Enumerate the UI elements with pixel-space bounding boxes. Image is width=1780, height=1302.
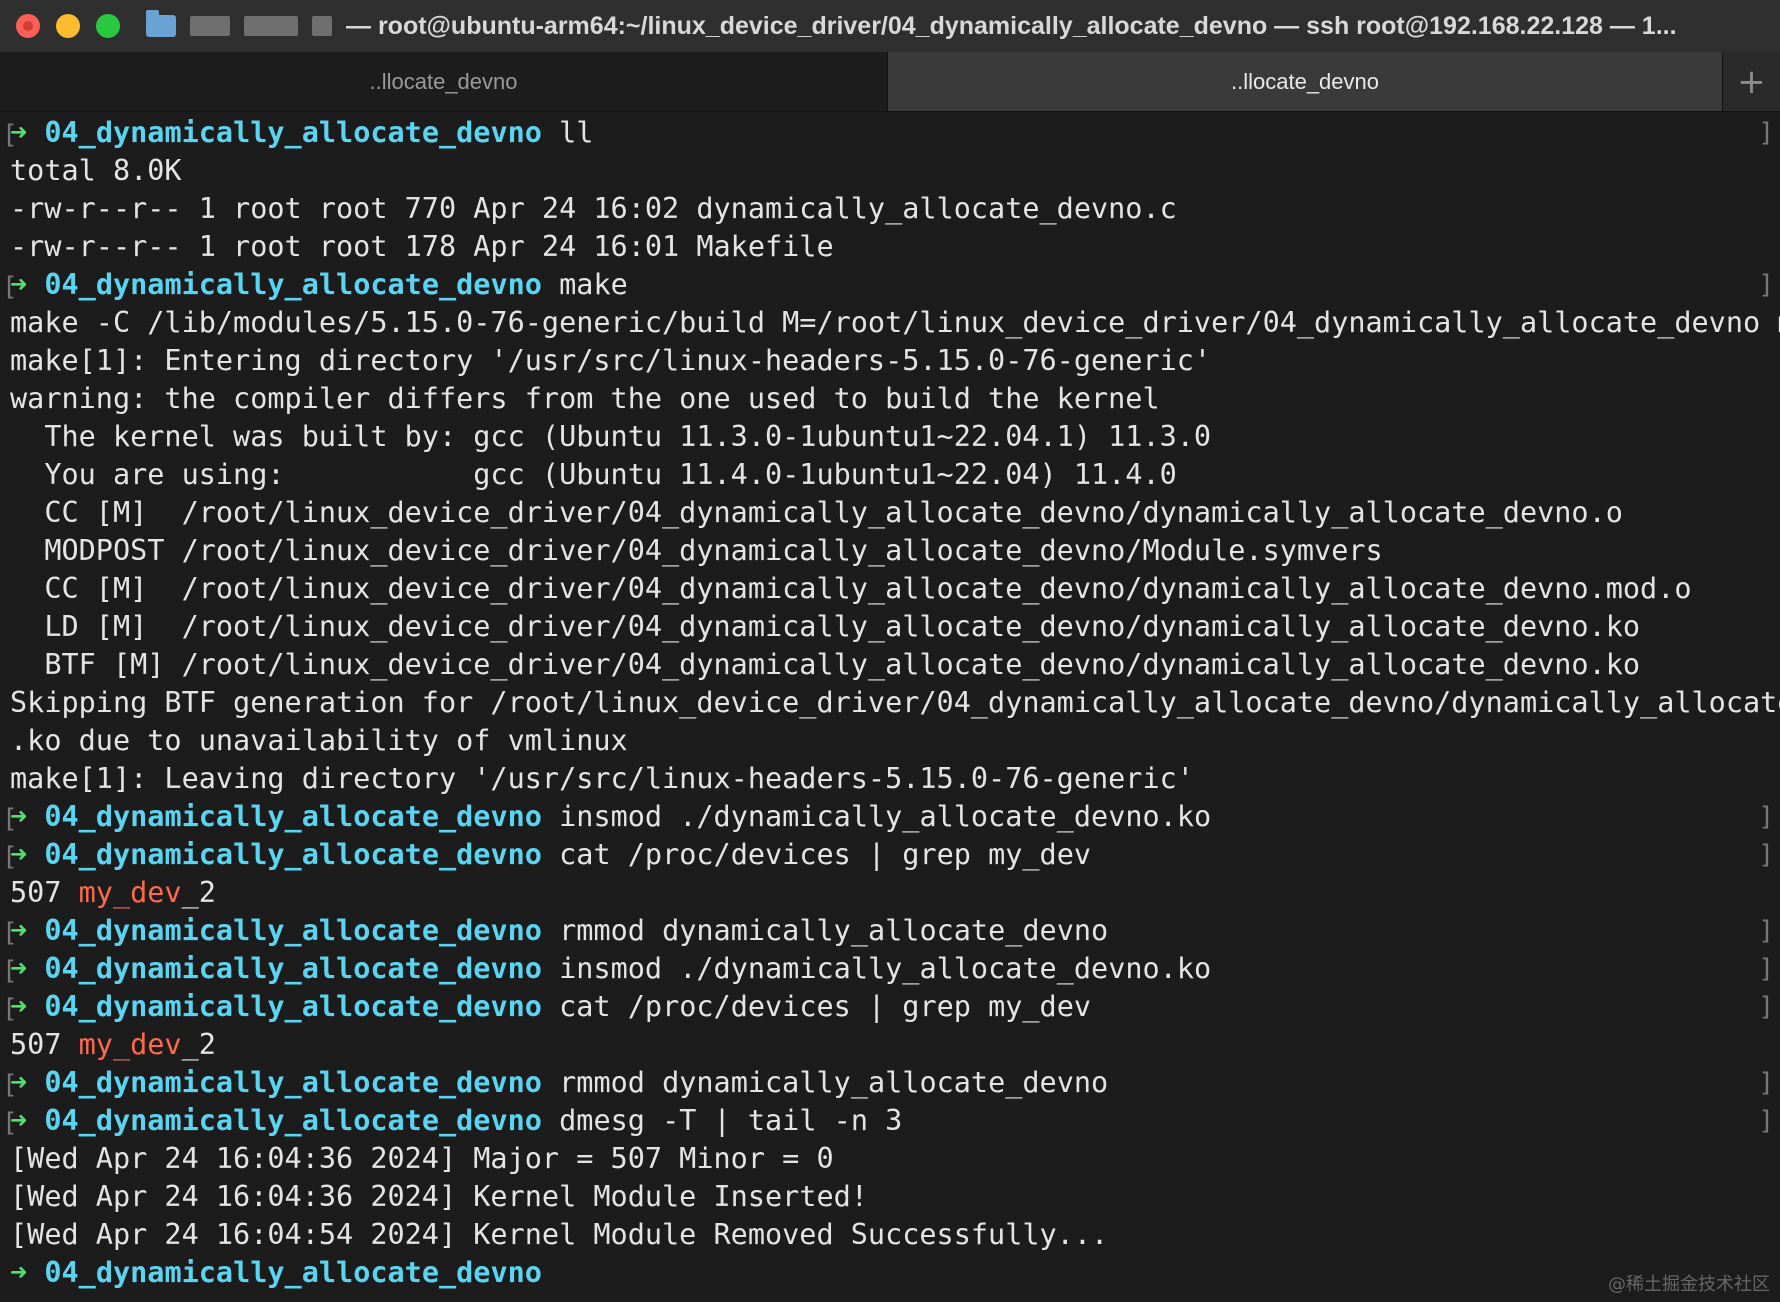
command-text: cat /proc/devices | grep my_dev [559, 990, 1092, 1023]
grep-suffix: _2 [181, 1028, 216, 1061]
grep-major-number: 507 [10, 876, 79, 909]
mark-bracket-right: ] [1758, 840, 1774, 870]
grep-suffix: _2 [181, 876, 216, 909]
output-line: MODPOST /root/linux_device_driver/04_dyn… [10, 534, 1383, 567]
grep-result-line: 507 my_dev_2 [10, 1026, 1774, 1064]
output-line: CC [M] /root/linux_device_driver/04_dyna… [10, 572, 1692, 605]
mark-bracket-left: [ [2, 918, 18, 948]
output-line: You are using: gcc (Ubuntu 11.4.0-1ubunt… [10, 458, 1177, 491]
output-line: make[1]: Leaving directory '/usr/src/lin… [10, 762, 1194, 795]
tab-bar: ..llocate_devno ..llocate_devno + [0, 52, 1780, 112]
prompt-directory: 04_dynamically_allocate_devno [44, 800, 542, 833]
prompt-line: [] ➜ 04_dynamically_allocate_devno cat /p… [2, 836, 1774, 874]
prompt-line: [] ➜ 04_dynamically_allocate_devno cat /p… [2, 988, 1774, 1026]
command-text: rmmod dynamically_allocate_devno [559, 1066, 1109, 1099]
command-text: make [559, 268, 628, 301]
command-text: dmesg -T | tail -n 3 [559, 1104, 903, 1137]
new-tab-button[interactable]: + [1722, 52, 1780, 111]
mark-bracket-right: ] [1758, 1106, 1774, 1136]
grep-match: my_dev [78, 876, 182, 909]
grep-result-line: 507 my_dev_2 [10, 874, 1774, 912]
output-line: -rw-r--r-- 1 root root 770 Apr 24 16:02 … [10, 192, 1177, 225]
tab-1[interactable]: ..llocate_devno [0, 52, 888, 111]
window-title: — root@ubuntu-arm64:~/linux_device_drive… [346, 11, 1677, 40]
close-button[interactable] [16, 14, 40, 38]
mark-bracket-left: [ [2, 1070, 18, 1100]
mark-bracket-right: ] [1758, 916, 1774, 946]
minimize-button[interactable] [56, 14, 80, 38]
terminal-window: — root@ubuntu-arm64:~/linux_device_drive… [0, 0, 1780, 1302]
output-line: The kernel was built by: gcc (Ubuntu 11.… [10, 420, 1212, 453]
output-line: .ko due to unavailability of vmlinux [10, 724, 628, 757]
zoom-button[interactable] [96, 14, 120, 38]
mark-bracket-left: [ [2, 994, 18, 1024]
folder-icon [146, 10, 176, 37]
output-line: [Wed Apr 24 16:04:54 2024] Kernel Module… [10, 1218, 1109, 1251]
output-line: CC [M] /root/linux_device_driver/04_dyna… [10, 496, 1623, 529]
command-text: insmod ./dynamically_allocate_devno.ko [559, 800, 1212, 833]
mark-bracket-right: ] [1758, 992, 1774, 1022]
mark-bracket-left: [ [2, 120, 18, 150]
watermark: @稀土掘金技术社区 [1608, 1274, 1770, 1295]
title-bar: — root@ubuntu-arm64:~/linux_device_drive… [0, 0, 1780, 52]
mark-bracket-right: ] [1758, 954, 1774, 984]
command-text: ll [559, 116, 594, 149]
mark-bracket-right: ] [1758, 118, 1774, 148]
prompt-directory: 04_dynamically_allocate_devno [44, 1256, 542, 1289]
prompt-directory: 04_dynamically_allocate_devno [44, 990, 542, 1023]
title-icons [146, 10, 332, 37]
prompt-line: [] ➜ 04_dynamically_allocate_devno ll [2, 114, 1774, 152]
output-line: [Wed Apr 24 16:04:36 2024] Kernel Module… [10, 1180, 868, 1213]
prompt-directory: 04_dynamically_allocate_devno [44, 838, 542, 871]
grep-major-number: 507 [10, 1028, 79, 1061]
prompt-line: [] ➜ 04_dynamically_allocate_devno make [2, 266, 1774, 304]
mark-bracket-left: [ [2, 1108, 18, 1138]
mark-bracket-left: [ [2, 956, 18, 986]
command-text: rmmod dynamically_allocate_devno [559, 914, 1109, 947]
window-controls [16, 14, 120, 38]
prompt-directory: 04_dynamically_allocate_devno [44, 116, 542, 149]
prompt-line: [] ➜ 04_dynamically_allocate_devno insmod… [2, 950, 1774, 988]
output-line: -rw-r--r-- 1 root root 178 Apr 24 16:01 … [10, 230, 834, 263]
output-line: total 8.0K [10, 154, 182, 187]
prompt-directory: 04_dynamically_allocate_devno [44, 952, 542, 985]
output-line: make[1]: Entering directory '/usr/src/li… [10, 344, 1212, 377]
output-line: BTF [M] /root/linux_device_driver/04_dyn… [10, 648, 1641, 681]
prompt-directory: 04_dynamically_allocate_devno [44, 268, 542, 301]
mark-bracket-left: [ [2, 804, 18, 834]
output-line: make -C /lib/modules/5.15.0-76-generic/b… [10, 306, 1780, 339]
redacted-icon [244, 16, 298, 36]
prompt-line: [] ➜ 04_dynamically_allocate_devno insmod… [2, 798, 1774, 836]
tab-2-active[interactable]: ..llocate_devno [888, 52, 1722, 111]
output-line: LD [M] /root/linux_device_driver/04_dyna… [10, 610, 1641, 643]
prompt-line: [] ➜ 04_dynamically_allocate_devno rmmod … [2, 1064, 1774, 1102]
prompt-line: [] ➜ 04_dynamically_allocate_devno rmmod … [2, 912, 1774, 950]
current-prompt-line: ➜ 04_dynamically_allocate_devno [10, 1254, 1774, 1292]
command-text: insmod ./dynamically_allocate_devno.ko [559, 952, 1212, 985]
mark-bracket-left: [ [2, 842, 18, 872]
redacted-icon [190, 16, 230, 36]
command-text: cat /proc/devices | grep my_dev [559, 838, 1092, 871]
mark-bracket-right: ] [1758, 270, 1774, 300]
prompt-directory: 04_dynamically_allocate_devno [44, 1104, 542, 1137]
output-line: warning: the compiler differs from the o… [10, 382, 1160, 415]
mark-bracket-left: [ [2, 272, 18, 302]
grep-match: my_dev [78, 1028, 182, 1061]
mark-bracket-right: ] [1758, 802, 1774, 832]
prompt-directory: 04_dynamically_allocate_devno [44, 1066, 542, 1099]
terminal-output[interactable]: [] ➜ 04_dynamically_allocate_devno ll tota… [2, 114, 1780, 1300]
prompt-line: [] ➜ 04_dynamically_allocate_devno dmesg … [2, 1102, 1774, 1140]
redacted-icon [312, 16, 332, 36]
prompt-directory: 04_dynamically_allocate_devno [44, 914, 542, 947]
mark-bracket-right: ] [1758, 1068, 1774, 1098]
output-line: [Wed Apr 24 16:04:36 2024] Major = 507 M… [10, 1142, 834, 1175]
output-line: Skipping BTF generation for /root/linux_… [10, 686, 1780, 719]
prompt-arrow-icon: ➜ [10, 1256, 28, 1289]
